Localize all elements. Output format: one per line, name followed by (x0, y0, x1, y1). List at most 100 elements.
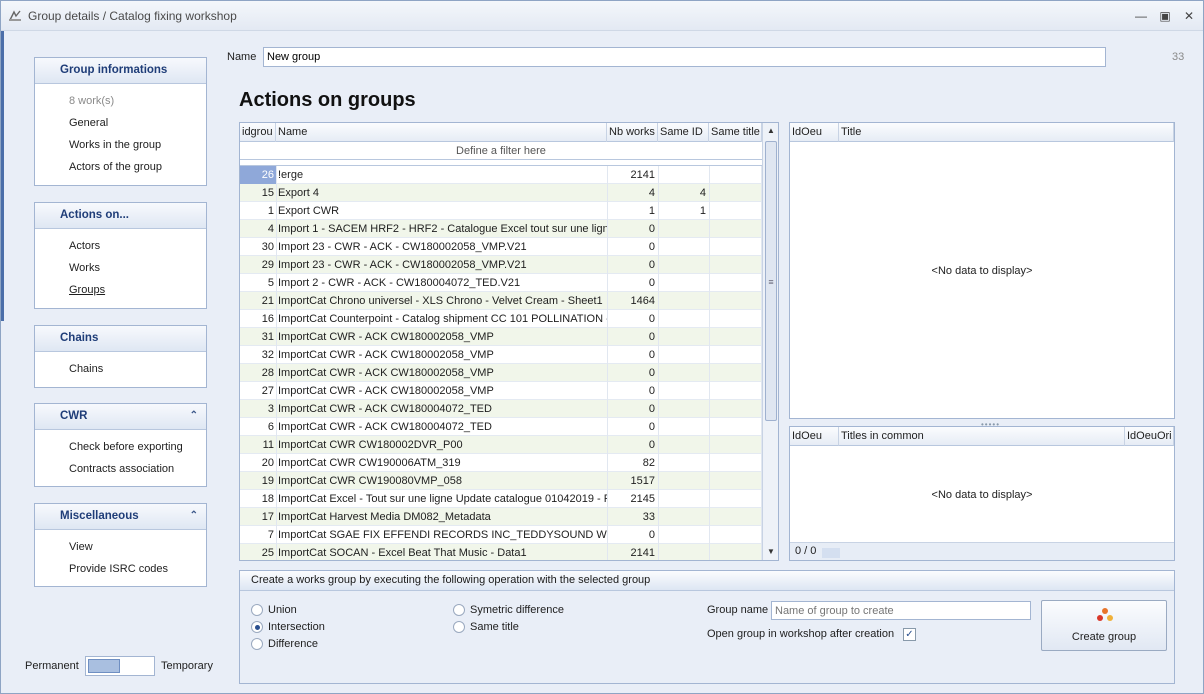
sidebar-item-general[interactable]: General (69, 112, 206, 134)
permanent-temporary-toggle[interactable] (85, 656, 155, 676)
cell-nb-works: 4 (607, 184, 658, 202)
cell-idgrou: 6 (267, 421, 274, 433)
radio-difference[interactable]: Difference (251, 636, 318, 652)
column-header-idoeu[interactable]: IdOeu (790, 427, 839, 446)
table-row[interactable]: 11 ImportCat CWR CW180002DVR_P00 0 (240, 436, 762, 454)
column-header-idoeu[interactable]: IdOeu (790, 123, 839, 142)
table-row[interactable]: 15 Export 444 (240, 184, 762, 202)
radio-dot[interactable] (453, 621, 465, 633)
cell-same-id (658, 346, 709, 364)
radio-intersection[interactable]: Intersection (251, 619, 325, 635)
sidebar-item-view[interactable]: View (69, 536, 206, 558)
column-header-same-id[interactable]: Same ID (658, 123, 709, 142)
groups-grid: idgrou Name Nb works Same ID Same title … (239, 122, 779, 561)
column-header-titles-in-common[interactable]: Titles in common (839, 427, 1125, 446)
column-header-idgrou[interactable]: idgrou (240, 123, 276, 142)
sidebar-item-contracts-association[interactable]: Contracts association (69, 458, 206, 480)
column-header-same-title[interactable]: Same title (709, 123, 762, 142)
cell-same-id (658, 472, 709, 490)
collapse-chevron-icon[interactable]: ⌃ (190, 504, 198, 528)
table-row[interactable]: 1 Export CWR 1 1 (240, 202, 762, 220)
new-group-name-input[interactable] (771, 601, 1031, 620)
cell-same-title (709, 238, 762, 256)
table-row[interactable]: 31 ImportCat CWR - ACK CW180002058_VMP 0 (240, 328, 762, 346)
table-row[interactable]: 17 ImportCat Harvest Media DM082_Metadata… (240, 508, 762, 526)
radio-dot[interactable] (251, 621, 263, 633)
radio-label: Same title (470, 621, 519, 633)
table-row[interactable]: 27 ImportCat CWR - ACK CW180002058_VMP 0 (240, 382, 762, 400)
table-row[interactable]: 5 Import 2 - CWR - ACK - CW180004072_TED.… (240, 274, 762, 292)
column-header-title[interactable]: Title (839, 123, 1174, 142)
maximize-icon[interactable]: ▣ (1156, 7, 1174, 25)
sidebar-item-works-in-group[interactable]: Works in the group (69, 134, 206, 156)
table-row[interactable]: 21 ImportCat Chrono universel - XLS Chron… (240, 292, 762, 310)
cell-nb-works: 0 (607, 526, 658, 544)
panel-header[interactable]: Miscellaneous ⌃ (35, 504, 206, 530)
table-row[interactable]: 25 ImportCat SOCAN - Excel Beat That Musi… (240, 544, 762, 560)
radio-dot[interactable] (453, 604, 465, 616)
sidebar-item-provide-isrc-codes[interactable]: Provide ISRC codes (69, 558, 206, 580)
pager-scrollbar[interactable] (822, 548, 840, 558)
column-header-nb-works[interactable]: Nb works (607, 123, 658, 142)
create-group-icon (1097, 608, 1113, 621)
panel-header[interactable]: CWR ⌃ (35, 404, 206, 430)
sidebar-item-actors[interactable]: Actors (69, 235, 206, 257)
radio-same-title[interactable]: Same title (453, 619, 519, 635)
scroll-down-icon[interactable]: ▼ (763, 544, 778, 560)
sidebar-item-check-before-exporting[interactable]: Check before exporting (69, 436, 206, 458)
radio-union[interactable]: Union (251, 602, 297, 618)
collapse-chevron-icon[interactable]: ⌃ (190, 404, 198, 428)
cell-same-title (709, 184, 762, 202)
panel-header[interactable]: Group informations (35, 58, 206, 84)
table-row[interactable]: 19 ImportCat CWR CW190080VMP_058 1517 (240, 472, 762, 490)
name-label: Name (227, 51, 257, 63)
cell-nb-works: 0 (607, 382, 658, 400)
sidebar-item-actors-of-group[interactable]: Actors of the group (69, 156, 206, 178)
table-row[interactable]: 32 ImportCat CWR - ACK CW180002058_VMP 0 (240, 346, 762, 364)
table-row[interactable]: 28 ImportCat CWR - ACK CW180002058_VMP 0 (240, 364, 762, 382)
cell-same-id (658, 454, 709, 472)
table-row[interactable]: 16 ImportCat Counterpoint - Catalog shipm… (240, 310, 762, 328)
table-row[interactable]: 29 Import 23 - CWR - ACK - CW180002058_VM… (240, 256, 762, 274)
scroll-thumb[interactable]: ≡ (765, 141, 777, 421)
cell-same-title (709, 544, 762, 560)
table-row[interactable]: 26 !erge 2141 (240, 166, 762, 184)
cell-same-title (709, 490, 762, 508)
panel-header[interactable]: Chains (35, 326, 206, 352)
minimize-icon[interactable]: — (1132, 7, 1150, 25)
cell-name: ImportCat CWR - ACK CW180004072_TED (276, 400, 607, 418)
close-icon[interactable]: ✕ (1180, 7, 1198, 25)
create-group-button[interactable]: Create group (1041, 600, 1167, 651)
table-row[interactable]: 30 Import 23 - CWR - ACK - CW180002058_VM… (240, 238, 762, 256)
table-row[interactable]: 3 ImportCat CWR - ACK CW180004072_TED 0 (240, 400, 762, 418)
radio-symetric-difference[interactable]: Symetric difference (453, 602, 564, 618)
table-row[interactable]: 20 ImportCat CWR CW190006ATM_319 82 (240, 454, 762, 472)
scroll-up-icon[interactable]: ▲ (763, 123, 778, 139)
sidebar-item-works[interactable]: Works (69, 257, 206, 279)
radio-dot[interactable] (251, 604, 263, 616)
cell-name: ImportCat CWR - ACK CW180002058_VMP (276, 328, 607, 346)
cell-name: Import 23 - CWR - ACK - CW180002058_VMP.… (276, 256, 607, 274)
group-name-field[interactable] (263, 47, 1106, 67)
filter-row[interactable]: Define a filter here (240, 142, 762, 160)
table-row[interactable]: 18 ImportCat Excel - Tout sur une ligne U… (240, 490, 762, 508)
table-row[interactable]: 4 Import 1 - SACEM HRF2 - HRF2 - Catalogu… (240, 220, 762, 238)
column-header-idoeuori[interactable]: IdOeuOri (1125, 427, 1174, 446)
table-row[interactable]: 6 ImportCat CWR - ACK CW180004072_TED 0 (240, 418, 762, 436)
open-in-workshop-checkbox[interactable]: ✓ (903, 628, 916, 641)
cell-same-title (709, 220, 762, 238)
table-row[interactable]: 7 ImportCat SGAE FIX EFFENDI RECORDS INC_… (240, 526, 762, 544)
cell-same-title (709, 418, 762, 436)
cell-same-title (709, 202, 762, 220)
cell-idgrou: 21 (261, 295, 274, 307)
toggle-thumb[interactable] (88, 659, 120, 673)
cell-nb-works: 0 (607, 238, 658, 256)
cell-idgrou: 20 (261, 457, 274, 469)
panel-header[interactable]: Actions on... (35, 203, 206, 229)
column-header-name[interactable]: Name (276, 123, 607, 142)
radio-dot[interactable] (251, 638, 263, 650)
vertical-scrollbar[interactable]: ▲ ≡ ▼ (762, 123, 778, 560)
sidebar-item-chains[interactable]: Chains (69, 358, 206, 380)
sidebar-item-groups[interactable]: Groups (69, 279, 206, 301)
pager: 0 / 0 (790, 542, 1174, 560)
